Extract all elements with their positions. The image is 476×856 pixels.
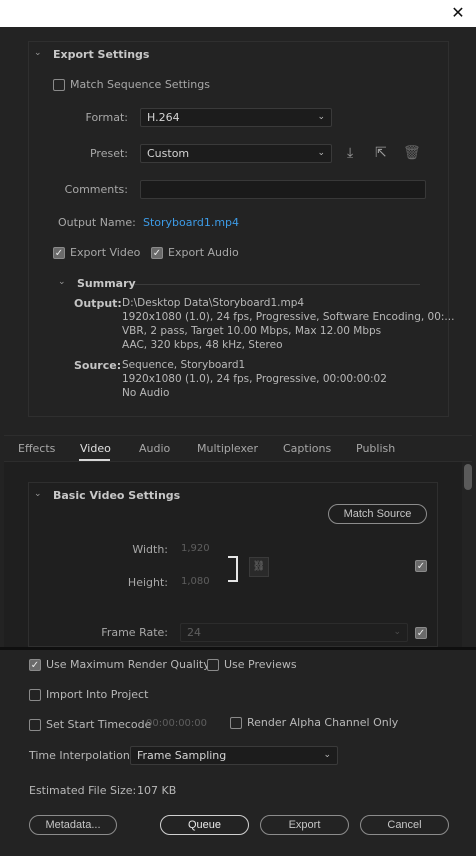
import-into-project-label: Import Into Project xyxy=(46,688,149,701)
export-button[interactable]: Export xyxy=(260,815,349,835)
export-settings-title: Export Settings xyxy=(53,48,150,61)
frame-rate-match-checkbox[interactable] xyxy=(415,627,427,639)
chevron-down-icon[interactable]: ⌄ xyxy=(58,277,68,287)
basic-video-settings-title: Basic Video Settings xyxy=(53,489,181,502)
match-sequence-label: Match Sequence Settings xyxy=(70,78,210,91)
max-render-quality-label: Use Maximum Render Quality xyxy=(46,658,210,671)
import-into-project-checkbox[interactable] xyxy=(29,689,41,701)
format-label: Format: xyxy=(85,111,128,124)
render-alpha-checkbox[interactable] xyxy=(230,717,242,729)
queue-button[interactable]: Queue xyxy=(160,815,249,835)
frame-rate-select[interactable]: 24 ⌄ xyxy=(180,623,408,642)
time-interpolation-select[interactable]: Frame Sampling ⌄ xyxy=(130,746,338,765)
dimensions-match-checkbox[interactable] xyxy=(415,560,427,572)
time-interpolation-label: Time Interpolation: xyxy=(29,749,134,762)
export-audio-label: Export Audio xyxy=(168,246,239,259)
aspect-link-bracket xyxy=(228,556,238,582)
max-render-quality-checkbox[interactable] xyxy=(29,659,41,671)
summary-source-block: Sequence, Storyboard1 1920x1080 (1.0), 2… xyxy=(122,358,387,400)
export-audio-checkbox[interactable] xyxy=(151,247,163,259)
chevron-down-icon: ⌄ xyxy=(317,148,325,158)
summary-output-label: Output: xyxy=(74,297,122,310)
tab-effects[interactable]: Effects xyxy=(18,442,55,455)
window-title-bar xyxy=(0,0,476,27)
output-name-label: Output Name: xyxy=(58,216,136,229)
summary-output-line: 1920x1080 (1.0), 24 fps, Progressive, So… xyxy=(122,311,455,323)
use-previews-label: Use Previews xyxy=(224,658,297,671)
comments-input[interactable] xyxy=(140,180,426,199)
summary-source-label: Source: xyxy=(74,359,122,372)
video-panel-scrollbar[interactable] xyxy=(464,464,472,490)
summary-divider xyxy=(134,284,420,285)
format-select[interactable]: H.264 ⌄ xyxy=(140,108,332,127)
start-timecode-checkbox[interactable] xyxy=(29,719,41,731)
save-preset-icon[interactable]: ⤓ xyxy=(347,145,353,161)
chevron-down-icon: ⌄ xyxy=(317,112,325,122)
chevron-down-icon[interactable]: ⌄ xyxy=(34,48,44,58)
height-value[interactable]: 1,080 xyxy=(181,576,210,587)
render-alpha-label: Render Alpha Channel Only xyxy=(247,716,399,729)
preset-value: Custom xyxy=(147,147,190,160)
summary-output-line: D:\Desktop Data\Storyboard1.mp4 xyxy=(122,297,305,309)
frame-rate-value: 24 xyxy=(187,626,201,639)
summary-output-line: VBR, 2 pass, Target 10.00 Mbps, Max 12.0… xyxy=(122,325,382,337)
chevron-down-icon[interactable]: ⌄ xyxy=(34,489,44,499)
use-previews-checkbox[interactable] xyxy=(207,659,219,671)
summary-source-line: No Audio xyxy=(122,387,170,399)
summary-output-block: D:\Desktop Data\Storyboard1.mp4 1920x108… xyxy=(122,296,454,352)
unlink-icon[interactable]: ⛓ xyxy=(249,557,269,577)
close-icon[interactable]: ✕ xyxy=(448,3,468,23)
preset-label: Preset: xyxy=(89,147,128,160)
preset-select[interactable]: Custom ⌄ xyxy=(140,144,332,163)
tab-audio[interactable]: Audio xyxy=(139,442,170,455)
start-timecode-value[interactable]: 00:00:00:00 xyxy=(146,718,207,729)
summary-title: Summary xyxy=(77,277,136,290)
time-interpolation-value: Frame Sampling xyxy=(137,749,227,762)
estimated-file-size-label: Estimated File Size: xyxy=(29,784,137,797)
import-preset-icon[interactable]: ⇱ xyxy=(375,145,387,161)
width-label: Width: xyxy=(132,543,168,556)
summary-source-line: Sequence, Storyboard1 xyxy=(122,359,246,371)
delete-preset-icon[interactable]: 🗑 xyxy=(403,145,421,161)
active-tab-indicator xyxy=(79,459,110,461)
summary-output-line: AAC, 320 kbps, 48 kHz, Stereo xyxy=(122,339,283,351)
tab-multiplexer[interactable]: Multiplexer xyxy=(197,442,258,455)
format-value: H.264 xyxy=(147,111,180,124)
metadata-button[interactable]: Metadata... xyxy=(29,815,117,835)
tab-publish[interactable]: Publish xyxy=(356,442,395,455)
start-timecode-label: Set Start Timecode xyxy=(46,718,152,731)
cancel-button[interactable]: Cancel xyxy=(360,815,449,835)
chevron-down-icon: ⌄ xyxy=(393,627,401,637)
export-video-label: Export Video xyxy=(70,246,141,259)
tab-captions[interactable]: Captions xyxy=(283,442,331,455)
chevron-down-icon: ⌄ xyxy=(323,750,331,760)
comments-label: Comments: xyxy=(64,183,128,196)
estimated-file-size-value: 107 KB xyxy=(137,784,177,797)
summary-source-line: 1920x1080 (1.0), 24 fps, Progressive, 00… xyxy=(122,373,387,385)
tab-video[interactable]: Video xyxy=(80,442,111,455)
match-sequence-checkbox[interactable] xyxy=(53,79,65,91)
width-value[interactable]: 1,920 xyxy=(181,543,210,554)
output-name-link[interactable]: Storyboard1.mp4 xyxy=(143,216,239,229)
height-label: Height: xyxy=(127,576,168,589)
export-video-checkbox[interactable] xyxy=(53,247,65,259)
match-source-button[interactable]: Match Source xyxy=(328,504,427,524)
frame-rate-label: Frame Rate: xyxy=(101,626,168,639)
